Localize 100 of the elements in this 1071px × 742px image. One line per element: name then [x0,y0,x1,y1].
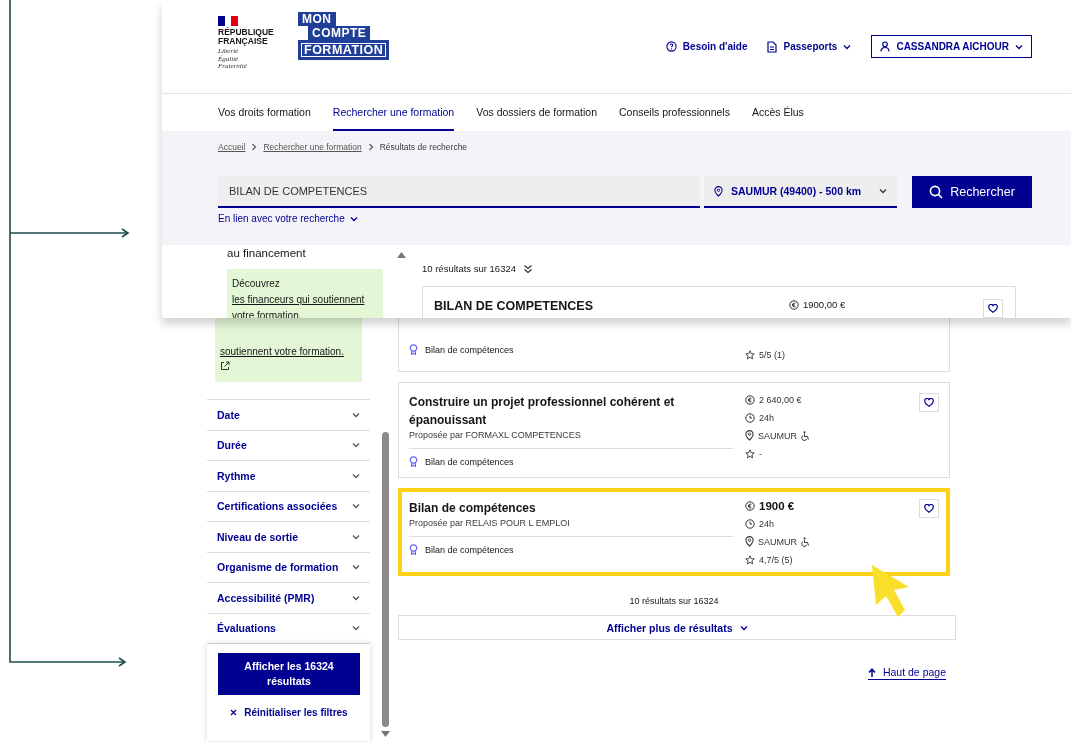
cursor-icon [872,565,910,619]
arrow-up-icon [867,667,876,677]
filter-item[interactable]: Durée [207,430,370,461]
filter-item[interactable]: Certifications associées [207,491,370,522]
award-icon [409,544,418,555]
star-icon [745,349,755,360]
price-text: 1900 € [759,499,795,512]
award-icon [409,344,418,355]
caret-icon [739,624,748,631]
external-link-icon [220,361,230,371]
breadcrumb-link[interactable]: Rechercher une formation [263,142,362,152]
republique-name: RÉPUBLIQUE FRANÇAISE [218,28,275,47]
caret-icon [349,215,358,222]
account-button[interactable]: CASSANDRA AICHOUR [871,35,1032,58]
euro-icon [789,299,799,310]
price-text: 2 640,00 € [759,394,802,405]
results-count: 10 résultats sur 16324 [422,263,516,274]
help-link[interactable]: Besoin d'aide [665,41,748,52]
favorite-button[interactable] [919,499,939,518]
breadcrumb-link[interactable]: Accueil [218,142,246,152]
location-pin-icon [745,536,754,547]
nav-tab[interactable]: Accès Élus [751,94,804,131]
search-icon [929,185,944,199]
star-icon [745,448,755,459]
heart-icon [988,304,998,313]
star-icon [745,554,755,565]
filter-item[interactable]: Niveau de sortie [207,522,370,553]
caret-icon [352,533,360,540]
clock-icon [745,412,755,423]
duration-text: 24h [759,412,775,423]
logo-text: COMPTE [308,26,371,41]
filter-item[interactable]: Date [207,400,370,431]
clock-icon [745,518,755,529]
breadcrumb-current: Résultats de recherche [379,142,468,152]
caret-icon [352,411,360,418]
search-field[interactable]: BILAN DE COMPETENCES [218,176,700,208]
location-text: SAUMUR [758,430,797,441]
filter-item[interactable]: Rythme [207,461,370,492]
search-button[interactable]: Rechercher [912,176,1032,208]
nav-tab[interactable]: Vos droits formation [218,94,311,131]
result-title: Construire un projet professionnel cohérent et épanouissant [409,394,676,429]
menu-link[interactable]: Passeports [767,40,852,53]
rating-text: 5/5 (1) [759,349,785,360]
location-text: SAUMUR [758,536,797,547]
nav-tab[interactable]: Conseils professionnels [619,94,730,131]
reset-filters-link[interactable]: Réinitialiser les filtres [218,707,360,718]
double-chevron-icon[interactable] [523,263,533,274]
caret-icon [352,625,360,632]
heart-icon [924,398,934,407]
chevron-icon [251,143,258,151]
related-link[interactable]: En lien avec votre recherche [218,213,358,224]
caret-icon [352,564,360,571]
nav-tab[interactable]: Vos dossiers de formation [476,94,597,131]
euro-icon [745,500,755,511]
location-pin-icon [714,185,723,197]
location-select[interactable]: SAUMUR (49400) - 500 km [704,176,897,208]
notice-text: Découvrez [232,278,280,289]
chevron-icon [367,143,374,151]
caret-icon [879,188,887,194]
help-icon [665,41,677,52]
duration-text: 24h [759,518,775,529]
caret-icon [352,594,360,601]
back-to-top-link[interactable]: Haut de page [867,666,946,680]
euro-icon [745,394,755,405]
apply-filters-button[interactable]: Afficher les 16324 résultats [218,653,360,695]
document-icon [767,40,778,53]
flag-icon [218,16,238,27]
results-count: 10 résultats sur 16324 [628,596,720,606]
location-pin-icon [745,430,754,441]
favorite-button[interactable] [919,393,939,412]
section-heading: au financement [227,247,307,259]
caret-icon [352,442,360,449]
scroll-up-icon[interactable] [397,252,406,258]
provider-text: Proposée par RELAIS POUR L EMPLOI [409,518,571,528]
close-icon [230,709,238,716]
caret-icon [1015,43,1023,50]
scrollbar-thumb[interactable] [382,432,389,727]
certification-text: Bilan de compétences [425,544,514,555]
rating-text: 4,7/5 (5) [759,554,793,565]
rating-text: - [759,448,762,459]
filter-item[interactable]: Accessibilité (PMR) [207,583,370,614]
certification-text: Bilan de compétences [425,456,514,467]
scroll-down-icon[interactable] [381,731,390,737]
result-card[interactable]: Bilan de compétences 5/5 (1) [398,318,950,372]
result-title: Bilan de compétences [409,500,537,517]
filter-item[interactable]: Organisme de formation [207,552,370,583]
highlighted-result-card[interactable]: Bilan de compétences Proposée par RELAIS POUR L EMPLOI Bilan de compétences 1900 € 24h SAUMUR 4,7/5 (5) [398,488,950,576]
result-card[interactable]: Construire un projet professionnel cohérent et épanouissant Proposée par FORMAXL COMPETENCES Bilan de compétences 2 640,00 € 24h SAUMUR - [398,382,950,478]
show-more-button[interactable]: Afficher plus de résultats [398,615,956,640]
price-text: 1900,00 € [803,299,846,310]
award-icon [409,456,418,467]
user-icon [880,41,891,52]
provider-text: Proposée par FORMAXL COMPETENCES [409,430,582,440]
favorite-button[interactable] [983,299,1003,318]
financeurs-link[interactable]: soutiennent votre formation. [220,346,344,357]
heart-icon [924,504,934,513]
caret-icon [352,503,360,510]
caret-icon [352,472,360,479]
result-title: BILAN DE COMPETENCES [434,299,595,315]
logo-text: FORMATION [298,40,390,61]
